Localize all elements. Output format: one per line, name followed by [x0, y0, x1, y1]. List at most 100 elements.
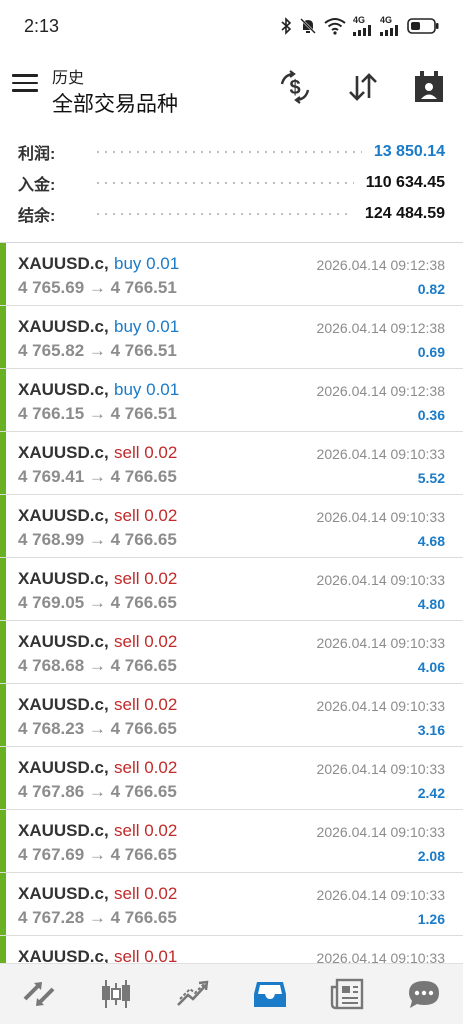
trade-side: sell 0.02: [114, 758, 178, 777]
trade-prices: 4 769.05 → 4 766.65: [18, 593, 177, 612]
trade-row[interactable]: XAUUSD.c, sell 0.01 2026.04.14 09:10:33: [0, 936, 463, 963]
quotes-icon: [23, 982, 54, 1006]
trade-accent-bar: [0, 495, 6, 557]
trade-prices: 4 766.15 → 4 766.51: [18, 404, 177, 423]
page-subtitle: 历史: [52, 70, 85, 87]
trade-symbol: XAUUSD.c,: [18, 821, 109, 840]
dotted-leader: [94, 181, 354, 184]
account-summary: 利润: 13 850.14 入金: 110 634.45 结余: 124 484…: [0, 136, 463, 229]
nav-quotes[interactable]: [19, 974, 59, 1014]
nav-chart[interactable]: [96, 974, 136, 1014]
page-title[interactable]: 全部交易品种: [52, 88, 178, 118]
trade-symbol: XAUUSD.c,: [18, 758, 109, 777]
trade-prices: 4 769.41 → 4 766.65: [18, 467, 177, 486]
trade-prices: 4 768.68 → 4 766.65: [18, 656, 177, 675]
trade-side: sell 0.02: [114, 695, 178, 714]
trade-row[interactable]: XAUUSD.c, sell 0.02 4 767.69 → 4 766.65 202…: [0, 810, 463, 873]
trade-profit: 0.36: [417, 407, 445, 423]
currency-exchange-button[interactable]: $: [278, 70, 312, 104]
trade-profit: 4.68: [417, 533, 445, 549]
summary-profit-row: 利润: 13 850.14: [0, 136, 463, 167]
trade-profit: 2.42: [417, 785, 445, 801]
trade-profit: 0.82: [417, 281, 445, 297]
calendar-button[interactable]: [412, 70, 446, 104]
trade-row[interactable]: XAUUSD.c, sell 0.02 4 769.05 → 4 766.65 202…: [0, 558, 463, 621]
nav-history[interactable]: [250, 974, 290, 1014]
trade-prices: 4 767.28 → 4 766.65: [18, 908, 177, 927]
trade-time: 2026.04.14 09:10:33: [316, 698, 445, 714]
sort-button[interactable]: [346, 70, 380, 104]
history-inbox-icon: [254, 982, 287, 1007]
trade-time: 2026.04.14 09:10:33: [316, 509, 445, 525]
network-type-1: 4G: [353, 15, 366, 25]
trade-row[interactable]: XAUUSD.c, sell 0.02 4 768.68 → 4 766.65 202…: [0, 621, 463, 684]
summary-label: 入金:: [18, 176, 56, 194]
trade-accent-bar: [0, 873, 6, 935]
svg-text:$: $: [289, 77, 300, 99]
trade-profit: 4.06: [417, 659, 445, 675]
trade-symbol: XAUUSD.c,: [18, 317, 109, 336]
trade-row[interactable]: XAUUSD.c, sell 0.02 4 767.86 → 4 766.65 202…: [0, 747, 463, 810]
trade-prices: 4 767.69 → 4 766.65: [18, 845, 177, 864]
trade-time: 2026.04.14 09:10:33: [316, 950, 445, 963]
trade-accent-bar: [0, 558, 6, 620]
trade-accent-bar: [0, 432, 6, 494]
nav-trade[interactable]: [173, 974, 213, 1014]
trade-accent-bar: [0, 810, 6, 872]
status-time: 2:13: [24, 15, 60, 36]
trade-accent-bar: [0, 936, 6, 963]
trade-row[interactable]: XAUUSD.c, sell 0.02 4 768.23 → 4 766.65 202…: [0, 684, 463, 747]
trade-time: 2026.04.14 09:10:33: [316, 887, 445, 903]
trade-side: sell 0.02: [114, 821, 178, 840]
trade-symbol: XAUUSD.c,: [18, 380, 109, 399]
chart-candles-icon: [101, 980, 130, 1008]
trade-prices: 4 765.82 → 4 766.51: [18, 341, 177, 360]
trade-time: 2026.04.14 09:10:33: [316, 446, 445, 462]
trade-row[interactable]: XAUUSD.c, buy 0.01 4 765.69 → 4 766.51 2026…: [0, 243, 463, 306]
trade-time: 2026.04.14 09:10:33: [316, 824, 445, 840]
trade-profit: 0.69: [417, 344, 445, 360]
trade-symbol: XAUUSD.c,: [18, 632, 109, 651]
network-type-2: 4G: [380, 15, 393, 25]
trade-accent-bar: [0, 621, 6, 683]
trade-time: 2026.04.14 09:12:38: [316, 383, 445, 399]
trade-profit: 4.80: [417, 596, 445, 612]
trade-side: sell 0.02: [114, 632, 178, 651]
signal-bars-icon: [380, 25, 398, 36]
trade-prices: 4 767.86 → 4 766.65: [18, 782, 177, 801]
trade-side: buy 0.01: [114, 317, 180, 336]
summary-label: 利润:: [18, 145, 56, 163]
news-icon: [331, 978, 364, 1010]
trade-side: sell 0.01: [114, 947, 178, 963]
calendar-icon: [415, 71, 443, 102]
nav-news[interactable]: [327, 974, 367, 1014]
trade-row[interactable]: XAUUSD.c, sell 0.02 4 768.99 → 4 766.65 202…: [0, 495, 463, 558]
trade-side: sell 0.02: [114, 884, 178, 903]
menu-button[interactable]: [12, 74, 38, 98]
status-bar: 2:13 4G 4G: [0, 0, 463, 52]
currency-exchange-icon: $: [280, 70, 310, 104]
dotted-leader: [94, 150, 362, 153]
trade-row[interactable]: XAUUSD.c, buy 0.01 4 766.15 → 4 766.51 2026…: [0, 369, 463, 432]
trade-profit: 5.52: [417, 470, 445, 486]
mute-bell-icon: [300, 18, 316, 34]
trade-row[interactable]: XAUUSD.c, sell 0.02 4 767.28 → 4 766.65 202…: [0, 873, 463, 936]
summary-profit-value: 13 850.14: [373, 142, 445, 160]
sort-icon: [349, 73, 377, 101]
trade-row[interactable]: XAUUSD.c, buy 0.01 4 765.82 → 4 766.51 2026…: [0, 306, 463, 369]
summary-balance-value: 124 484.59: [364, 204, 445, 222]
trade-accent-bar: [0, 747, 6, 809]
trade-time: 2026.04.14 09:12:38: [316, 257, 445, 273]
trade-icon: [176, 980, 209, 1006]
trade-profit: 2.08: [417, 848, 445, 864]
trade-accent-bar: [0, 306, 6, 368]
trade-history-list[interactable]: XAUUSD.c, buy 0.01 4 765.69 → 4 766.51 2026…: [0, 243, 463, 963]
trade-symbol: XAUUSD.c,: [18, 569, 109, 588]
nav-messages[interactable]: [404, 974, 444, 1014]
trade-row[interactable]: XAUUSD.c, sell 0.02 4 769.41 → 4 766.65 202…: [0, 432, 463, 495]
trade-profit: 3.16: [417, 722, 445, 738]
trade-side: sell 0.02: [114, 569, 178, 588]
bottom-navigation: [0, 963, 463, 1024]
trade-accent-bar: [0, 684, 6, 746]
summary-deposit-row: 入金: 110 634.45: [0, 167, 463, 198]
